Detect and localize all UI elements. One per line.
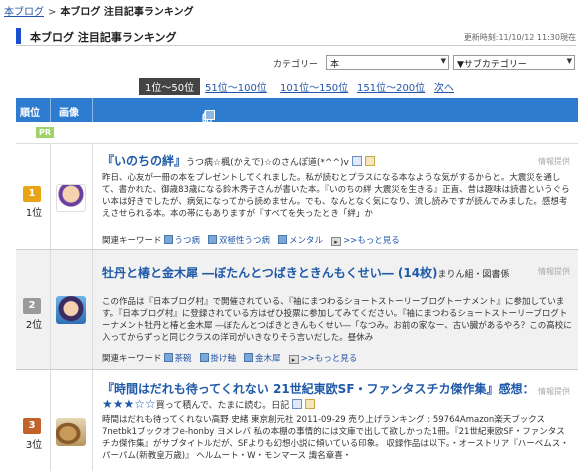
keyword-icon bbox=[278, 235, 288, 244]
filters: カテゴリー 本 ▼ ▼サブカテゴリー ▼ bbox=[273, 55, 578, 71]
rank-label: 1位 bbox=[25, 208, 43, 219]
page-current: 1位〜50位 bbox=[139, 78, 201, 95]
breadcrumb-sep: > bbox=[48, 7, 57, 18]
keyword-link[interactable]: メンタル bbox=[289, 236, 323, 246]
keywords-label: 関連キーワード bbox=[102, 354, 162, 364]
breadcrumb-home-link[interactable]: 本ブログ bbox=[4, 7, 44, 18]
page-link-3[interactable]: 101位〜150位 bbox=[280, 79, 348, 94]
keyword-icon bbox=[208, 235, 218, 244]
rank-label: 2位 bbox=[25, 320, 43, 331]
article-title-link[interactable]: 『いのちの絆』うつ病☆楓(かえで)☆のさんぽ道(*^^)v bbox=[102, 152, 375, 169]
page-link-2[interactable]: 51位〜100位 bbox=[205, 79, 267, 94]
more-link[interactable]: >>もっと見る bbox=[301, 354, 358, 364]
article-title-link[interactable]: 『時間はだれも待ってくれない 21世紀東欧SF・ファンタスチカ傑作集』感想：★★… bbox=[102, 382, 572, 414]
subcategory-value: ▼サブカテゴリー bbox=[457, 60, 527, 70]
ranking-row-1: 1 1位 『いのちの絆』うつ病☆楓(かえで)☆のさんぽ道(*^^)v 情報提供 … bbox=[16, 144, 578, 250]
page-link-4[interactable]: 151位〜200位 bbox=[357, 79, 425, 94]
blog-name[interactable]: まりん組・図書係 bbox=[438, 270, 510, 280]
header-rank: 順位 bbox=[20, 108, 40, 119]
keyword-icon bbox=[244, 353, 254, 362]
bookmark-icon[interactable] bbox=[305, 399, 316, 409]
page-title-bar: 本ブログ 注目記事ランキング 更新時刻:11/10/12 11:30現在 bbox=[16, 26, 576, 46]
profile-icon[interactable] bbox=[292, 399, 303, 409]
profile-icon[interactable] bbox=[351, 156, 362, 166]
related-keywords: 関連キーワード うつ病 双極性うつ病 メンタル ▸ >>もっと見る bbox=[102, 234, 400, 246]
updated-time: 更新時刻:11/10/12 11:30現在 bbox=[463, 33, 576, 42]
keyword-link[interactable]: 茶碗 bbox=[175, 354, 192, 364]
more-icon: ▸ bbox=[288, 355, 299, 364]
pr-row: PR bbox=[16, 122, 578, 144]
rank-label: 3位 bbox=[25, 440, 43, 451]
keyword-link[interactable]: 掛け軸 bbox=[211, 354, 237, 364]
article-title: 『いのちの絆』 bbox=[102, 154, 187, 168]
category-value: 本 bbox=[330, 60, 340, 70]
info-provide-link[interactable]: 情報提供 bbox=[538, 386, 570, 397]
related-keywords: 関連キーワード 茶碗 掛け軸 金木犀 ▸ >>もっと見る bbox=[102, 352, 357, 364]
keyword-link[interactable]: うつ病 bbox=[175, 236, 201, 246]
ranking-row-3: 3 3位 『時間はだれも待ってくれない 21世紀東欧SF・ファンタスチカ傑作集』… bbox=[16, 370, 578, 471]
article-body: 時間はだれも待ってくれない高野 史緒 東京創元社 2011-09-29 売り上げ… bbox=[102, 415, 569, 461]
keyword-icon bbox=[199, 353, 209, 362]
avatar[interactable] bbox=[56, 184, 86, 212]
category-select[interactable]: 本 ▼ bbox=[326, 55, 449, 70]
info-provide-link[interactable]: 情報提供 bbox=[538, 266, 570, 277]
pr-badge: PR bbox=[36, 127, 55, 138]
more-link[interactable]: >>もっと見る bbox=[343, 236, 400, 246]
keywords-label: 関連キーワード bbox=[102, 236, 162, 246]
keyword-link[interactable]: 双極性うつ病 bbox=[219, 236, 270, 246]
avatar[interactable] bbox=[56, 296, 86, 324]
rank-badge-silver: 2 bbox=[23, 298, 41, 314]
rank-badge-gold: 1 bbox=[23, 186, 41, 202]
blog-name[interactable]: 買って積んで、たまに読む。日記 bbox=[156, 401, 289, 411]
article-title: 牡丹と椿と金木犀 ―ぼたんとつばきときんもくせい― (14枚) bbox=[102, 266, 438, 280]
ranking-row-2: 2 2位 牡丹と椿と金木犀 ―ぼたんとつばきときんもくせい― (14枚)まりん組… bbox=[16, 250, 578, 370]
chevron-down-icon: ▼ bbox=[566, 57, 572, 65]
page-title: 本ブログ 注目記事ランキング bbox=[30, 31, 177, 44]
article-title-link[interactable]: 牡丹と椿と金木犀 ―ぼたんとつばきときんもくせい― (14枚)まりん組・図書係 bbox=[102, 264, 510, 281]
header-image: 画像 bbox=[59, 108, 79, 119]
breadcrumb: 本ブログ > 本ブログ 注目記事ランキング bbox=[4, 3, 194, 18]
blog-name[interactable]: うつ病☆楓(かえで)☆のさんぽ道(*^^)v bbox=[186, 158, 349, 168]
more-icon: ▸ bbox=[331, 237, 342, 246]
chevron-down-icon: ▼ bbox=[440, 57, 446, 65]
keyword-link[interactable]: 金木犀 bbox=[255, 354, 281, 364]
article-body: この作品は『日本ブログ村』で開催されている、『袖にまつわるショートストーリーブロ… bbox=[102, 297, 572, 343]
avatar[interactable] bbox=[56, 418, 86, 446]
category-label: カテゴリー bbox=[273, 60, 319, 70]
keyword-icon bbox=[163, 235, 173, 244]
rank-badge-bronze: 3 bbox=[23, 418, 41, 434]
breadcrumb-current: 本ブログ 注目記事ランキング bbox=[60, 7, 194, 18]
ranking-table-header: 順位 画像 記事タイトル / プロフィール / 記事本文 / 関連キーワード bbox=[16, 98, 578, 301]
subcategory-select[interactable]: ▼サブカテゴリー ▼ bbox=[453, 55, 575, 70]
title-accent bbox=[16, 28, 21, 44]
article-body: 昨日、心友が一冊の本をプレゼントしてくれました。私が読むとプラスになる本なような… bbox=[102, 173, 570, 219]
keyword-icon bbox=[163, 353, 173, 362]
bookmark-icon[interactable] bbox=[364, 156, 375, 166]
info-provide-link[interactable]: 情報提供 bbox=[538, 156, 570, 167]
page-next[interactable]: 次へ bbox=[434, 79, 454, 94]
